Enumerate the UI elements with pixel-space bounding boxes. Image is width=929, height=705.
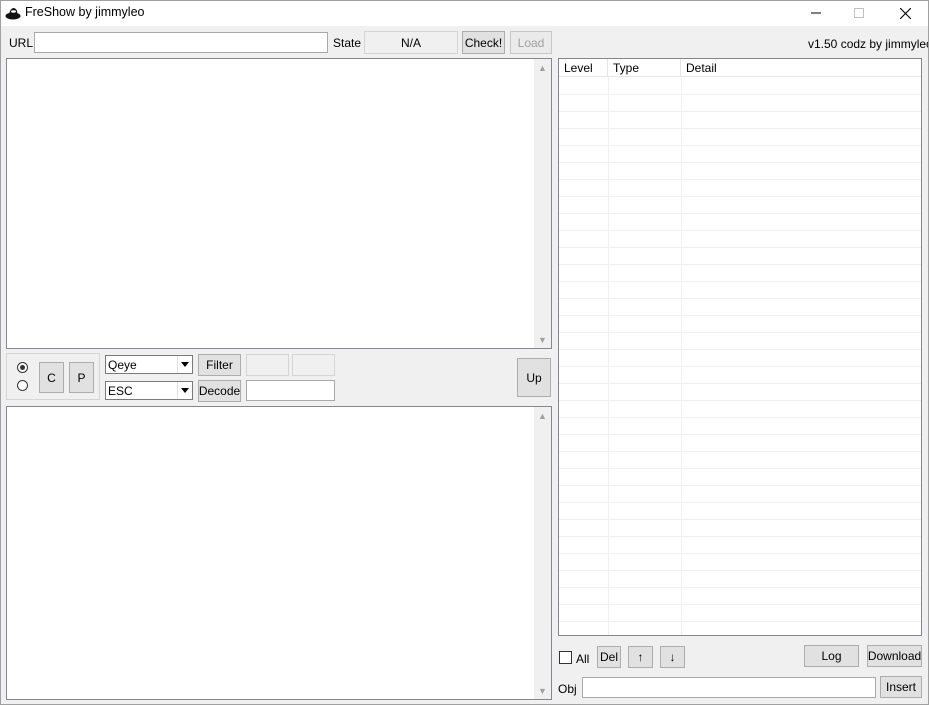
- version-text: v1.50 codz by jimmyleo: [808, 37, 929, 51]
- check-button[interactable]: Check!: [462, 31, 505, 54]
- grid-column-line: [681, 77, 682, 635]
- log-listview[interactable]: Level Type Detail: [558, 58, 922, 636]
- mode-select[interactable]: Qeye: [105, 355, 193, 374]
- grid-row-line: [559, 230, 921, 231]
- app-hat-icon: [5, 8, 21, 20]
- grid-row-line: [559, 434, 921, 435]
- grid-row-line: [559, 145, 921, 146]
- grid-row-line: [559, 502, 921, 503]
- grid-row-line: [559, 179, 921, 180]
- decode-button[interactable]: Decode: [198, 380, 241, 402]
- grid-row-line: [559, 298, 921, 299]
- grid-row-line: [559, 349, 921, 350]
- grid-row-line: [559, 468, 921, 469]
- grid-row-line: [559, 536, 921, 537]
- grid-row-line: [559, 162, 921, 163]
- state-label: State: [333, 36, 362, 50]
- grid-row-line: [559, 281, 921, 282]
- scroll-down-icon[interactable]: ▼: [534, 331, 551, 348]
- all-label: All: [576, 652, 590, 666]
- move-down-button[interactable]: ↓: [660, 646, 685, 668]
- grid-row-line: [559, 315, 921, 316]
- chevron-down-icon: [177, 382, 192, 399]
- grid-row-line: [559, 383, 921, 384]
- grid-row-line: [559, 587, 921, 588]
- request-textarea[interactable]: ▲ ▼: [6, 58, 552, 349]
- decode-input[interactable]: [246, 380, 335, 401]
- arrow-up-icon: ↑: [637, 650, 644, 664]
- window-title: FreShow by jimmyleo: [25, 5, 145, 19]
- obj-label: Obj: [558, 682, 577, 696]
- mode-select-value: Qeye: [108, 357, 137, 372]
- maximize-button[interactable]: [836, 0, 882, 26]
- grid-row-line: [559, 196, 921, 197]
- radio-option-1[interactable]: [17, 362, 28, 373]
- grid-row-line: [559, 264, 921, 265]
- scroll-down-icon[interactable]: ▼: [534, 682, 551, 699]
- column-header-level[interactable]: Level: [559, 59, 608, 77]
- grid-row-line: [559, 247, 921, 248]
- obj-input[interactable]: [582, 677, 876, 698]
- grid-row-line: [559, 519, 921, 520]
- grid-row-line: [559, 213, 921, 214]
- grid-row-line: [559, 111, 921, 112]
- all-checkbox[interactable]: [559, 651, 572, 664]
- download-button[interactable]: Download: [867, 645, 922, 667]
- column-header-type[interactable]: Type: [608, 59, 681, 77]
- grid-row-line: [559, 94, 921, 95]
- filter-field-1: [246, 354, 289, 376]
- grid-row-line: [559, 366, 921, 367]
- response-scrollbar[interactable]: ▲ ▼: [534, 407, 551, 699]
- request-scrollbar[interactable]: ▲ ▼: [534, 59, 551, 348]
- grid-row-line: [559, 128, 921, 129]
- radio-dot: [20, 365, 25, 370]
- chevron-down-icon: [177, 356, 192, 373]
- scroll-up-icon[interactable]: ▲: [534, 59, 551, 76]
- encoding-select[interactable]: ESC: [105, 381, 193, 400]
- grid-row-line: [559, 553, 921, 554]
- scroll-up-icon[interactable]: ▲: [534, 407, 551, 424]
- move-up-button[interactable]: ↑: [628, 646, 653, 668]
- encoding-select-value: ESC: [108, 383, 133, 398]
- url-label: URL: [9, 36, 34, 50]
- column-header-detail[interactable]: Detail: [681, 59, 921, 77]
- filter-field-2: [292, 354, 335, 376]
- grid-row-line: [559, 604, 921, 605]
- state-value: N/A: [364, 31, 458, 54]
- listview-header: Level Type Detail: [559, 59, 921, 77]
- radio-option-2[interactable]: [17, 380, 28, 391]
- c-button[interactable]: C: [39, 362, 64, 393]
- grid-row-line: [559, 417, 921, 418]
- maximize-icon: [854, 8, 864, 18]
- close-button[interactable]: [882, 0, 928, 26]
- arrow-down-icon: ↓: [669, 650, 676, 664]
- filter-button[interactable]: Filter: [198, 354, 241, 376]
- grid-row-line: [559, 570, 921, 571]
- up-button[interactable]: Up: [517, 358, 551, 397]
- insert-button[interactable]: Insert: [880, 676, 922, 698]
- grid-row-line: [559, 621, 921, 622]
- p-button[interactable]: P: [69, 362, 94, 393]
- response-textarea[interactable]: ▲ ▼: [6, 406, 552, 700]
- grid-row-line: [559, 400, 921, 401]
- grid-column-line: [608, 77, 609, 635]
- grid-row-line: [559, 332, 921, 333]
- grid-row-line: [559, 451, 921, 452]
- url-input[interactable]: [34, 32, 328, 53]
- delete-button[interactable]: Del: [597, 646, 621, 668]
- log-button[interactable]: Log: [804, 645, 859, 667]
- grid-row-line: [559, 485, 921, 486]
- close-icon: [899, 7, 911, 19]
- load-button[interactable]: Load: [510, 31, 552, 54]
- minimize-button[interactable]: [793, 0, 839, 26]
- minimize-icon: [811, 12, 821, 14]
